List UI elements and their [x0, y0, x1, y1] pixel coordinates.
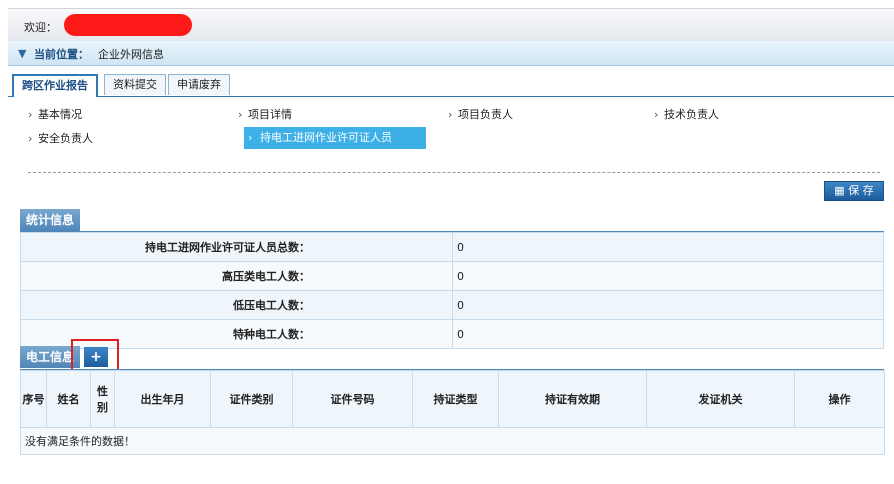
- location-value: 企业外网信息: [98, 48, 164, 61]
- nav-licensed-electricians[interactable]: › 持电工进网作业许可证人员: [244, 127, 426, 149]
- nav-project-details[interactable]: › 项目详情: [218, 105, 292, 125]
- divider: [28, 172, 880, 173]
- chevron-right-icon: ›: [248, 131, 253, 144]
- table-row: 低压电工人数： 0: [20, 290, 884, 320]
- stat-value: 0: [452, 319, 884, 349]
- nav-label: 项目负责人: [458, 108, 513, 121]
- welcome-label: 欢迎：: [24, 21, 57, 34]
- location-bar: ▼ 当前位置： 企业外网信息: [8, 41, 894, 66]
- nav-label: 技术负责人: [664, 108, 719, 121]
- stat-label: 持电工进网作业许可证人员总数：: [20, 232, 453, 262]
- stat-value: 0: [452, 261, 884, 291]
- chevron-right-icon: ›: [654, 108, 659, 121]
- column-header[interactable]: 姓名: [46, 370, 91, 428]
- chevron-right-icon: ›: [28, 108, 33, 121]
- column-header[interactable]: 性别: [90, 370, 115, 428]
- empty-message: 没有满足条件的数据！: [20, 427, 885, 455]
- tab-material-submit[interactable]: 资料提交: [104, 74, 166, 95]
- chevron-right-icon: ›: [238, 108, 243, 121]
- column-header[interactable]: 持证有效期: [498, 370, 647, 428]
- table-header-row: 序号 姓名 性别 出生年月 证件类别 证件号码 持证类型 持证有效期 发证机关 …: [20, 370, 885, 428]
- electricians-table: 序号 姓名 性别 出生年月 证件类别 证件号码 持证类型 持证有效期 发证机关 …: [20, 370, 885, 455]
- tab-apply-discard[interactable]: 申请废弃: [168, 74, 230, 95]
- column-header[interactable]: 序号: [20, 370, 47, 428]
- nav-label: 基本情况: [38, 108, 82, 121]
- nav-basic-info[interactable]: › 基本情况: [8, 105, 82, 125]
- nav-project-manager[interactable]: › 项目负责人: [428, 105, 513, 125]
- chevron-right-icon: ›: [448, 108, 453, 121]
- stat-label: 高压类电工人数：: [20, 261, 453, 291]
- table-row: 高压类电工人数： 0: [20, 261, 884, 291]
- expand-chevron-icon[interactable]: ▼: [18, 47, 26, 60]
- chevron-right-icon: ›: [28, 132, 33, 145]
- sub-navigation: › 基本情况 › 项目详情 › 项目负责人 › 技术负责人 › 安全负责人 › …: [8, 97, 894, 169]
- nav-label: 持电工进网作业许可证人员: [260, 131, 392, 144]
- nav-label: 项目详情: [248, 108, 292, 121]
- column-header[interactable]: 证件号码: [292, 370, 413, 428]
- top-bar: 欢迎：: [8, 8, 894, 42]
- save-icon: ▦: [834, 184, 849, 197]
- stat-value: 0: [452, 290, 884, 320]
- table-row: 持电工进网作业许可证人员总数： 0: [20, 232, 884, 262]
- nav-label: 安全负责人: [38, 132, 93, 145]
- location-label: 当前位置：: [34, 48, 89, 61]
- column-header[interactable]: 持证类型: [412, 370, 499, 428]
- tab-bar: 跨区作业报告 资料提交 申请废弃: [8, 74, 894, 98]
- table-row: 没有满足条件的数据！: [20, 427, 885, 455]
- redacted-username: [64, 14, 192, 36]
- column-header[interactable]: 证件类别: [210, 370, 293, 428]
- stat-label: 低压电工人数：: [20, 290, 453, 320]
- column-header[interactable]: 操作: [794, 370, 885, 428]
- column-header[interactable]: 发证机关: [646, 370, 795, 428]
- stats-table: 持电工进网作业许可证人员总数： 0 高压类电工人数： 0 低压电工人数： 0 特…: [20, 232, 884, 349]
- stat-value: 0: [452, 232, 884, 262]
- save-button[interactable]: ▦ 保 存: [824, 181, 884, 201]
- save-label: 保 存: [848, 184, 874, 197]
- nav-technical-manager[interactable]: › 技术负责人: [634, 105, 719, 125]
- table-row: 特种电工人数： 0: [20, 319, 884, 349]
- nav-safety-manager[interactable]: › 安全负责人: [8, 129, 93, 149]
- tab-cross-region-report[interactable]: 跨区作业报告: [12, 74, 98, 98]
- stats-section-title: 统计信息: [20, 209, 81, 231]
- column-header[interactable]: 出生年月: [114, 370, 211, 428]
